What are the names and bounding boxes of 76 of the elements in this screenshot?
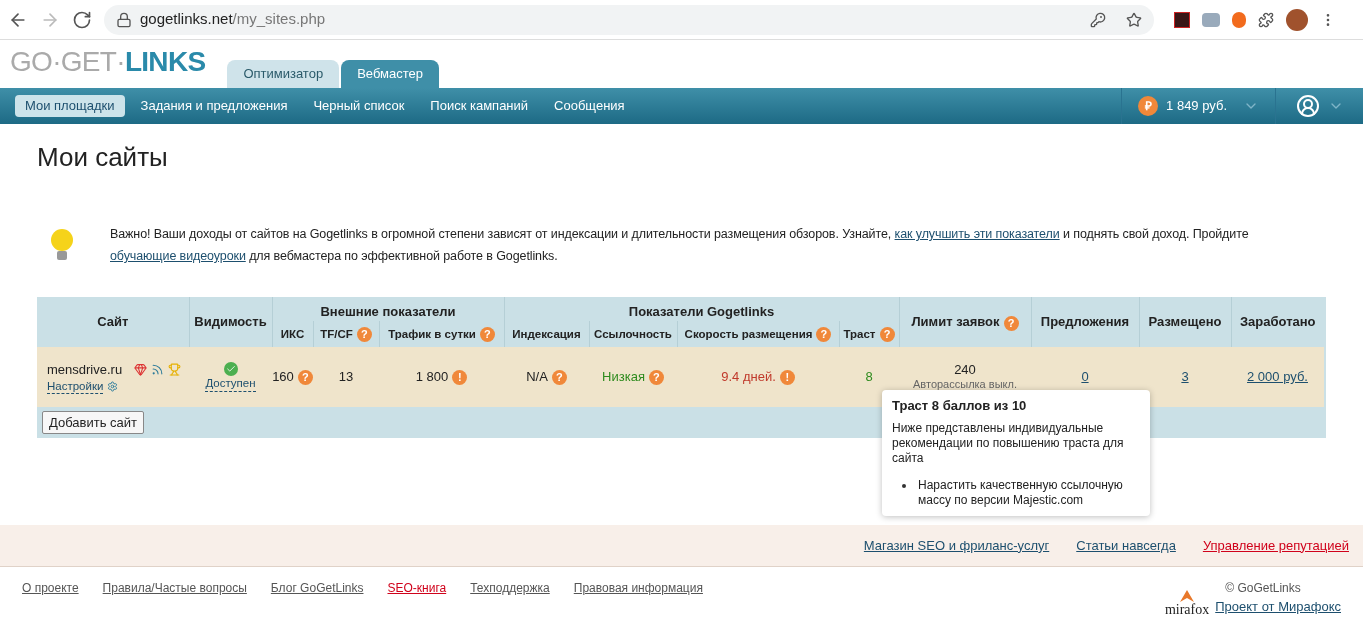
nav-item[interactable]: Поиск кампаний xyxy=(420,95,539,117)
tooltip-item: Нарастить качественную ссылочную массу по версии Majestic.com xyxy=(918,478,1124,508)
column-header: Размещено xyxy=(1148,314,1222,330)
column-header: Трафик в сутки xyxy=(388,327,476,340)
tooltip-text: Ниже представлены индивидуальные рекомендации по повышению траста для сайта xyxy=(892,421,1125,466)
check-icon xyxy=(223,362,238,377)
notice-link[interactable]: как улучшить эти показатели xyxy=(894,227,1060,241)
column-header: Индексация xyxy=(512,327,581,340)
lightbulb-icon xyxy=(49,227,75,263)
mode-tab[interactable]: Вебмастер xyxy=(341,60,439,88)
footer-link[interactable]: Магазин SEO и фриланс-услуг xyxy=(863,535,1050,556)
copyright-text: © GoGetLinks xyxy=(1224,580,1302,597)
column-header: Заработано xyxy=(1239,314,1316,330)
count-link[interactable]: 0 xyxy=(1081,369,1089,385)
cell-value: 1 800 xyxy=(415,369,449,385)
mirafox-logo: mirafox xyxy=(1164,602,1210,617)
column-header: Сайт xyxy=(97,314,129,330)
cell-value: 160 xyxy=(272,369,294,385)
column-header: Ссылочность xyxy=(594,327,672,340)
column-group-header: Показатели Gogetlinks xyxy=(628,303,775,319)
footer-link[interactable]: SEO-книга xyxy=(387,579,447,597)
rss-icon xyxy=(151,362,165,376)
count-link[interactable]: 3 xyxy=(1181,369,1189,385)
footer-link[interactable]: Блог GoGetLinks xyxy=(270,579,364,597)
cell-value: 8 xyxy=(865,369,873,385)
column-header: Скорость размещения xyxy=(684,327,813,340)
lock-icon xyxy=(116,11,132,28)
site-logo[interactable]: GO·GET·LINKS xyxy=(10,48,206,76)
gem-icon xyxy=(134,362,148,376)
column-header: Лимит заявок xyxy=(911,314,1000,330)
column-header: Траст xyxy=(843,327,876,340)
nav-item[interactable]: Задания и предложения xyxy=(130,95,298,117)
column-header: Предложения xyxy=(1040,314,1130,330)
nav-item[interactable]: Черный список xyxy=(303,95,415,117)
footer-link[interactable]: Управление репутацией xyxy=(1202,535,1349,556)
footer-link[interactable]: Статьи навсегда xyxy=(1076,535,1176,556)
cell-value: 9.4 дней. xyxy=(721,369,776,385)
footer-link[interactable]: Правила/Частые вопросы xyxy=(102,579,247,597)
reload-icon[interactable] xyxy=(72,9,92,30)
extensions-icon[interactable] xyxy=(1258,11,1274,28)
cell-value: Низкая xyxy=(602,369,645,385)
notice-text: Важно! Ваши доходы от сайтов на Gogetlinks в огромной степени зависят от индексации и длительности размещения обзоров. Узнайте, как улучшить эти показатели и поднять свой доход. Пройдите обучающие видеоуроки для вебмастера по эффективной работе в Gogetlinks. xyxy=(110,226,1250,265)
status-link[interactable]: Доступен xyxy=(205,376,256,392)
column-header: ИКС xyxy=(280,327,305,340)
site-name[interactable]: mensdrive.ru xyxy=(47,359,123,380)
page-title: Мои сайты xyxy=(37,141,169,174)
column-header: Видимость xyxy=(194,314,267,330)
key-icon[interactable] xyxy=(1090,11,1106,28)
mode-tab[interactable]: Оптимизатор xyxy=(227,60,340,88)
cell-value: 13 xyxy=(338,369,354,385)
address-bar[interactable]: gogetlinks.net/my_sites.php xyxy=(104,4,1154,35)
balance-dropdown[interactable]: ₽ 1 849 руб. xyxy=(1121,88,1275,124)
count-link[interactable]: 2 000 руб. xyxy=(1247,369,1308,385)
autosend-status: Авторассылка выкл. xyxy=(912,378,1018,392)
cell-value: 240 xyxy=(953,362,977,379)
nav-item[interactable]: Мои площадки xyxy=(15,95,125,117)
bookmark-star-icon[interactable] xyxy=(1126,11,1142,28)
settings-icon[interactable] xyxy=(107,381,119,393)
column-group-header: Внешние показатели xyxy=(320,303,456,319)
nav-item[interactable]: Сообщения xyxy=(544,95,635,117)
tooltip-title: Траст 8 баллов из 10 xyxy=(892,398,1028,413)
cell-value: N/A xyxy=(526,369,548,385)
footer-link[interactable]: Правовая информация xyxy=(573,579,703,597)
notice-link[interactable]: обучающие видеоуроки xyxy=(110,249,246,263)
trophy-icon xyxy=(168,362,182,376)
column-header: TF/CF xyxy=(320,327,353,340)
profile-avatar[interactable] xyxy=(1286,8,1308,31)
url-text: gogetlinks.net/my_sites.php xyxy=(140,9,327,30)
user-icon xyxy=(1296,94,1320,118)
settings-link[interactable]: Настройки xyxy=(47,379,104,395)
bullet-icon xyxy=(902,484,906,488)
footer-link[interactable]: О проекте xyxy=(22,579,79,597)
add-site-button[interactable]: Добавить сайт xyxy=(42,410,144,435)
mirafox-link[interactable]: Проект от Мирафокс xyxy=(1215,597,1341,617)
ruble-icon: ₽ xyxy=(1138,96,1159,116)
footer-link[interactable]: Техподдержка xyxy=(470,579,550,597)
